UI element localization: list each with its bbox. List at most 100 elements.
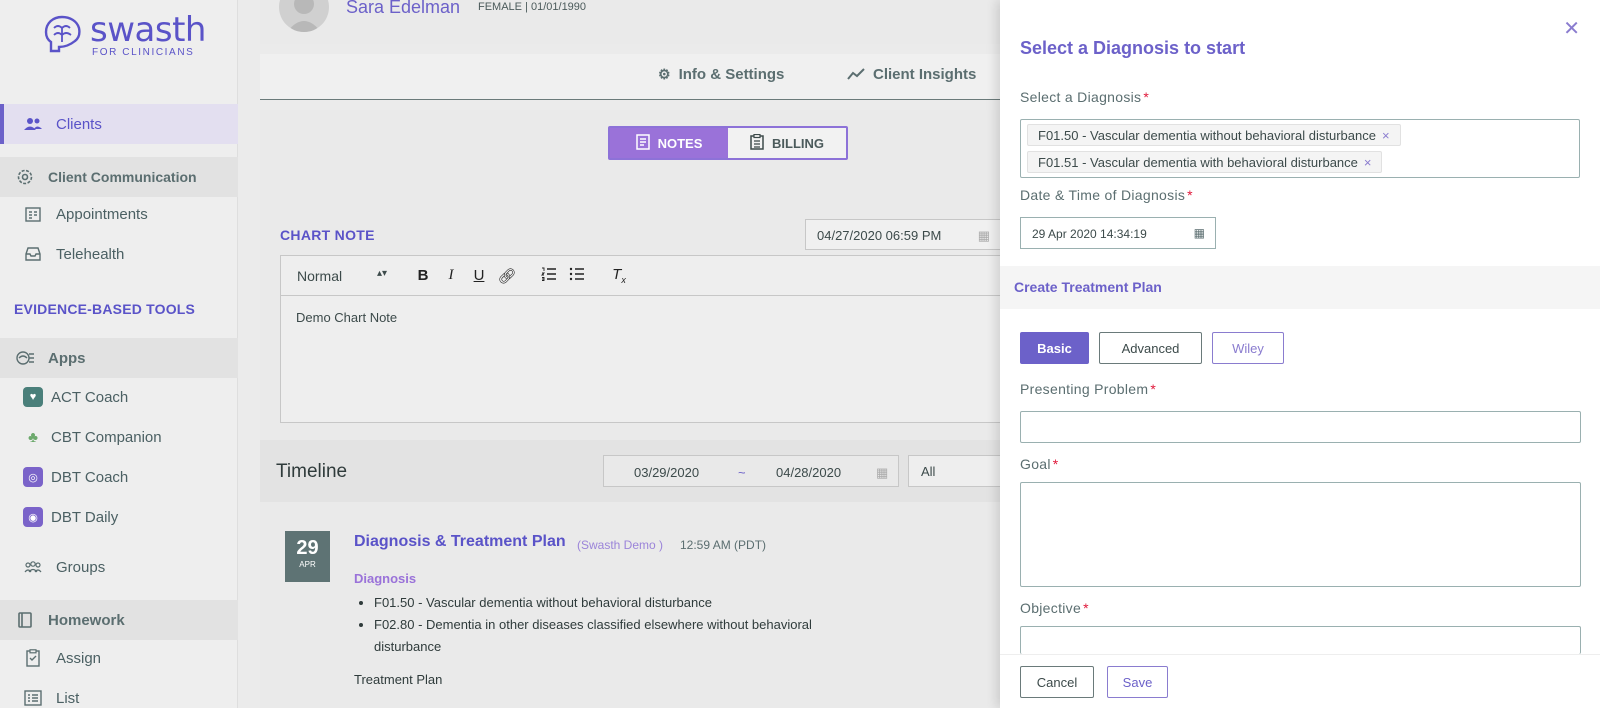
swasth-logo[interactable]: swasth FOR CLINICIANS	[42, 10, 206, 60]
label-text: Date & Time of Diagnosis	[1020, 187, 1186, 203]
close-icon[interactable]: ✕	[1563, 16, 1580, 41]
timeline-title: Timeline	[276, 461, 348, 482]
sidebar-item-dbt-daily[interactable]: ◉ DBT Daily	[0, 497, 238, 537]
entry-day: 29	[296, 537, 319, 559]
sidebar-item-act-coach[interactable]: ♥ ACT Coach	[0, 377, 238, 417]
label-text: Objective	[1020, 600, 1082, 616]
italic-icon[interactable]: I	[437, 267, 465, 284]
diagnosis-datetime-input[interactable]: 29 Apr 2020 14:34:19 ▦	[1020, 217, 1216, 249]
sidebar-item-groups[interactable]: Groups	[0, 547, 238, 587]
sidebar-item-label: DBT Coach	[51, 468, 129, 486]
footer-divider	[1000, 654, 1600, 655]
tab-label: Info & Settings	[678, 66, 785, 83]
entry-section-diagnosis: Diagnosis	[354, 571, 417, 586]
goal-textarea[interactable]	[1020, 482, 1581, 587]
entry-time: 12:59 AM (PDT)	[680, 538, 767, 552]
notes-billing-toggle: NOTES BILLING	[608, 126, 848, 160]
main-content: Sara Edelman FEMALE | 01/01/1990 ⚙ Info …	[260, 0, 1008, 708]
diagnosis-drawer: ✕ Select a Diagnosis to start Select a D…	[1000, 0, 1600, 708]
sidebar-item-appointments[interactable]: Appointments	[0, 194, 238, 234]
logo-subtitle: FOR CLINICIANS	[92, 47, 195, 58]
chip-remove-icon[interactable]: ×	[1382, 128, 1390, 143]
label-text: Goal	[1020, 456, 1051, 472]
sidebar-item-label: Telehealth	[56, 245, 125, 263]
save-button[interactable]: Save	[1107, 666, 1168, 698]
tab-client-insights[interactable]: Client Insights	[847, 66, 976, 83]
client-header: Sara Edelman FEMALE | 01/01/1990	[260, 0, 1000, 44]
sidebar-item-assign[interactable]: Assign	[0, 638, 238, 678]
diagnosis-datetime-value: 29 Apr 2020 14:34:19	[1032, 227, 1147, 241]
ordered-list-icon[interactable]	[535, 267, 563, 285]
notes-content: NOTES BILLING CHART NOTE 04/27/2020 06:5…	[260, 110, 1001, 440]
editor-toolbar: Normal ▴▾ B I U 🔗︎ Tx	[281, 256, 1000, 296]
gear-icon: ⚙	[658, 66, 671, 82]
label-text: Presenting Problem	[1020, 381, 1149, 397]
book-icon	[14, 609, 36, 631]
format-select-value: Normal	[297, 267, 343, 284]
sidebar-item-list[interactable]: List	[0, 678, 238, 708]
basic-mode-button[interactable]: Basic	[1020, 332, 1089, 364]
gear-icon	[14, 166, 36, 188]
list-icon	[22, 687, 44, 708]
bold-icon[interactable]: B	[409, 267, 437, 284]
timeline-date-range[interactable]: 03/29/2020 ~ 04/28/2020 ▦	[603, 455, 899, 487]
presenting-problem-label: Presenting Problem *	[1020, 381, 1156, 397]
dbt-coach-icon: ◎	[23, 467, 43, 487]
diagnosis-multiselect[interactable]: F01.50 - Vascular dementia without behav…	[1020, 119, 1580, 178]
diagnosis-chip: F01.50 - Vascular dementia without behav…	[1027, 124, 1401, 146]
sidebar-item-clients[interactable]: Clients	[0, 104, 238, 144]
entry-title[interactable]: Diagnosis & Treatment Plan	[354, 533, 566, 551]
clear-format-icon[interactable]: Tx	[605, 266, 633, 285]
client-meta: FEMALE | 01/01/1990	[478, 1, 587, 13]
entry-author: (Swasth Demo )	[577, 538, 664, 552]
range-separator: ~	[738, 465, 746, 480]
presenting-problem-input[interactable]	[1020, 411, 1581, 443]
chip-label: F01.51 - Vascular dementia with behavior…	[1038, 155, 1358, 170]
tab-label: Client Insights	[873, 66, 977, 83]
sidebar-section-client-communication[interactable]: Client Communication	[0, 157, 238, 197]
group-icon	[22, 556, 44, 578]
logo-wordmark: swasth	[90, 10, 206, 50]
evidence-based-tools-heading: EVIDENCE-BASED TOOLS	[14, 301, 196, 317]
cancel-button[interactable]: Cancel	[1020, 666, 1094, 698]
clipboard-check-icon	[22, 647, 44, 669]
create-treatment-plan-bar: Create Treatment Plan	[1000, 266, 1600, 309]
sidebar-item-dbt-coach[interactable]: ◎ DBT Coach	[0, 457, 238, 497]
chip-label: F01.50 - Vascular dementia without behav…	[1038, 128, 1376, 143]
advanced-mode-button[interactable]: Advanced	[1099, 332, 1202, 364]
chart-note-datetime-input[interactable]: 04/27/2020 06:59 PM ▦	[805, 219, 1001, 250]
format-select[interactable]: Normal ▴▾	[297, 268, 387, 284]
range-end: 04/28/2020	[776, 465, 842, 480]
sidebar: swasth FOR CLINICIANS Clients Client Com…	[0, 0, 238, 708]
select-diagnosis-label: Select a Diagnosis *	[1020, 89, 1149, 105]
create-treatment-plan-heading: Create Treatment Plan	[1014, 279, 1162, 295]
wiley-mode-button[interactable]: Wiley	[1212, 332, 1284, 364]
sidebar-item-label: Homework	[48, 611, 125, 629]
link-icon[interactable]: 🔗︎	[493, 267, 521, 285]
drawer-title: Select a Diagnosis to start	[1020, 38, 1246, 58]
chart-note-label: CHART NOTE	[280, 227, 375, 243]
required-marker: *	[1143, 89, 1150, 105]
calendar-icon: ▦	[876, 465, 889, 480]
timeline-filter-select[interactable]: All	[908, 455, 1008, 487]
required-marker: *	[1083, 600, 1089, 616]
tab-info-settings[interactable]: ⚙ Info & Settings	[658, 66, 784, 83]
entry-date-badge: 29 APR	[285, 531, 330, 582]
underline-icon[interactable]: U	[465, 267, 493, 284]
timeline-header: Timeline 03/29/2020 ~ 04/28/2020 ▦ All	[260, 440, 1008, 502]
chart-note-text[interactable]: Demo Chart Note	[281, 296, 1000, 339]
line-chart-icon	[847, 67, 865, 83]
bullet-list-icon[interactable]	[563, 267, 591, 285]
notes-label: NOTES	[657, 135, 703, 151]
sidebar-section-apps[interactable]: Apps	[0, 338, 238, 378]
chip-remove-icon[interactable]: ×	[1364, 155, 1372, 170]
timeline-entry: 29 APR Diagnosis & Treatment Plan (Swast…	[260, 502, 1000, 708]
sidebar-item-telehealth[interactable]: Telehealth	[0, 234, 238, 274]
notes-button[interactable]: NOTES	[610, 128, 728, 158]
sidebar-section-homework[interactable]: Homework	[0, 600, 238, 640]
sidebar-item-cbt-companion[interactable]: ♣ CBT Companion	[0, 417, 238, 457]
objective-input[interactable]	[1020, 626, 1581, 654]
list-item: F01.50 - Vascular dementia without behav…	[374, 592, 880, 614]
required-marker: *	[1150, 381, 1157, 397]
billing-button[interactable]: BILLING	[728, 128, 846, 158]
